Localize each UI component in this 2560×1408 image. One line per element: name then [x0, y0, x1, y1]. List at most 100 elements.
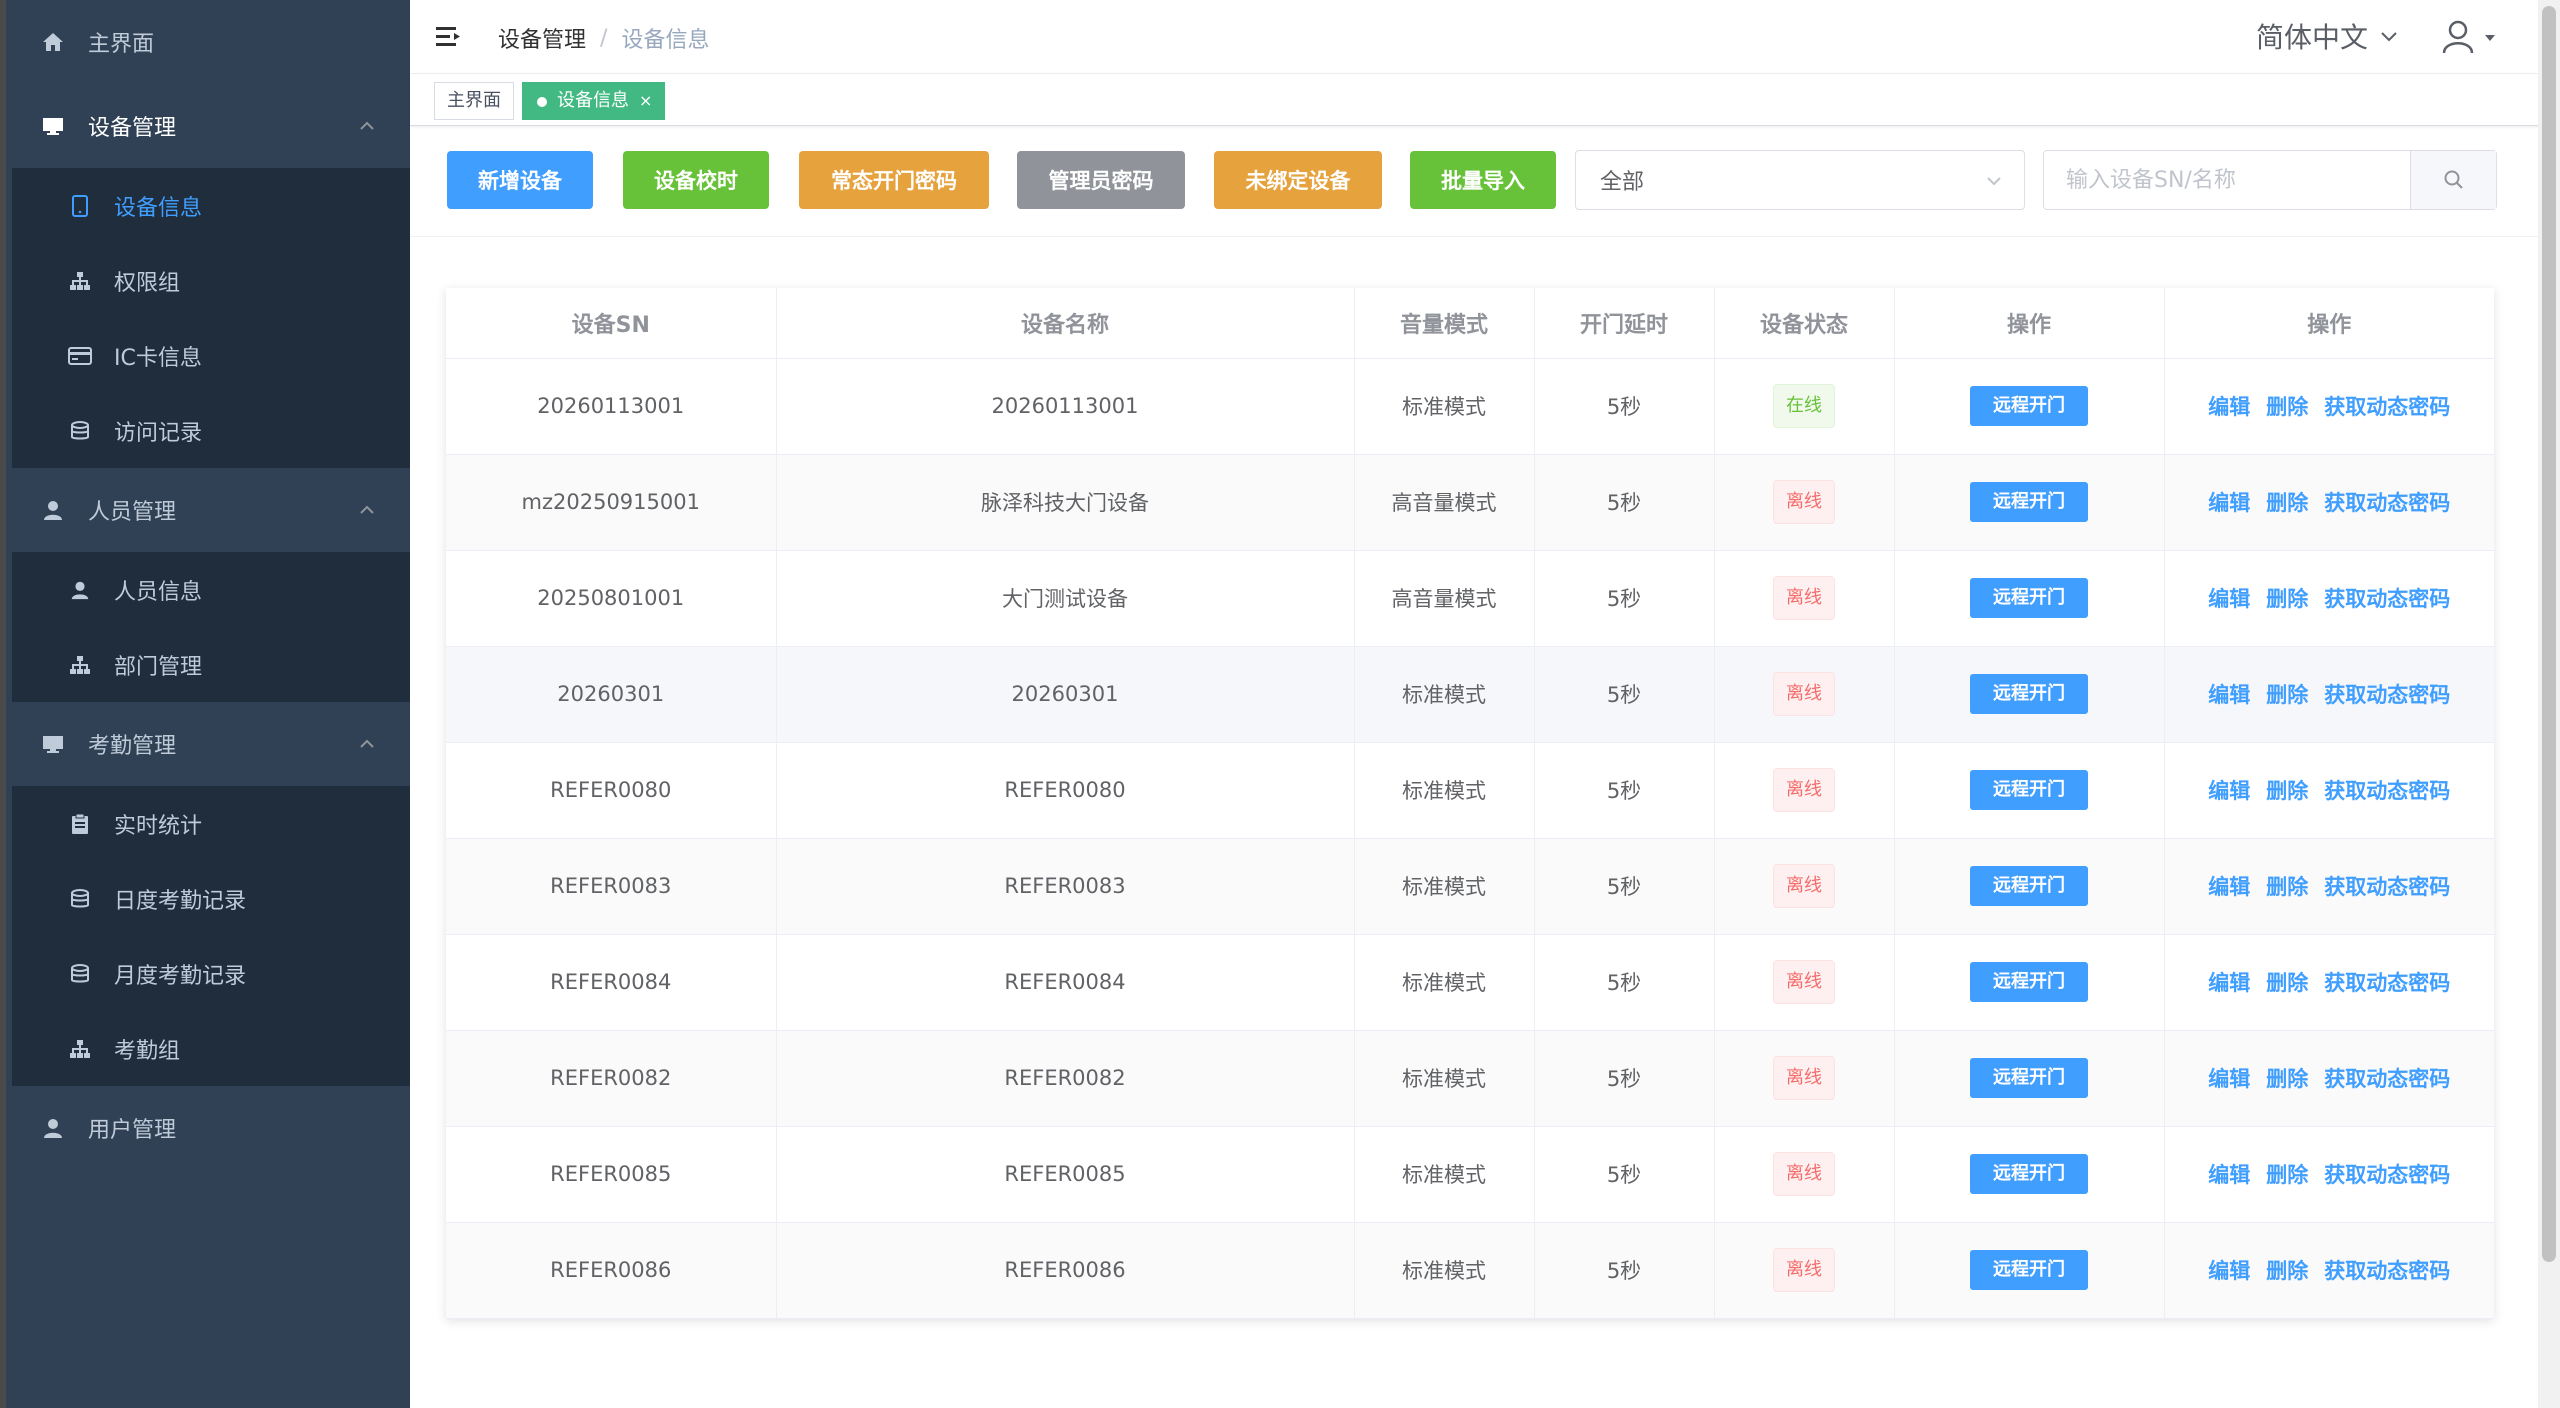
language-label: 简体中文 — [2255, 21, 2368, 54]
admin-password-button[interactable]: 管理员密码 — [1017, 151, 1185, 209]
remote-open-button[interactable]: 远程开门 — [1970, 578, 2088, 618]
breadcrumb-parent[interactable]: 设备管理 — [498, 22, 586, 54]
table-body: 20260113001 20260113001 标准模式 5秒 在线 远程开门 编辑 删除 获取… — [446, 358, 2494, 1319]
remote-open-button[interactable]: 远程开门 — [1970, 770, 2088, 810]
dynamic-password-link[interactable]: 获取动态密码 — [2324, 587, 2450, 611]
sidebar-group-label: 用户管理 — [88, 1118, 177, 1143]
search-button[interactable] — [2410, 151, 2496, 209]
dynamic-password-link[interactable]: 获取动态密码 — [2324, 1259, 2450, 1283]
tag-home[interactable]: 主界面 — [434, 82, 514, 120]
sidebar-item-ic-card[interactable]: IC卡信息 — [12, 318, 410, 393]
column-header: 操作 — [1894, 288, 2165, 359]
sidebar-group-user[interactable]: 用户管理 — [12, 1086, 410, 1170]
cell-status: 离线 — [1714, 646, 1895, 743]
sidebar-item-department[interactable]: 部门管理 — [12, 627, 410, 702]
cell-open: 远程开门 — [1894, 1126, 2165, 1223]
table-row: mz20250915001 脉泽科技大门设备 高音量模式 5秒 离线 远程开门 编辑 删除 获取… — [446, 454, 2494, 551]
delete-link[interactable]: 删除 — [2266, 1259, 2308, 1283]
delete-link[interactable]: 删除 — [2266, 1067, 2308, 1091]
breadcrumb-separator: / — [600, 25, 608, 51]
sidebar-item-label: 部门管理 — [114, 654, 203, 680]
dynamic-password-link[interactable]: 获取动态密码 — [2324, 971, 2450, 995]
delete-link[interactable]: 删除 — [2266, 971, 2308, 995]
status-filter-select[interactable]: 全部 — [1575, 150, 2025, 210]
cell-sn: mz20250915001 — [446, 454, 777, 551]
cell-delay: 5秒 — [1534, 1222, 1715, 1319]
remote-open-button[interactable]: 远程开门 — [1970, 1250, 2088, 1290]
edit-link[interactable]: 编辑 — [2208, 587, 2250, 611]
sidebar-item-daily-record[interactable]: 日度考勤记录 — [12, 861, 410, 936]
hamburger-icon[interactable] — [434, 22, 464, 52]
edit-link[interactable]: 编辑 — [2208, 1163, 2250, 1187]
sidebar-item-access-log[interactable]: 访问记录 — [12, 393, 410, 468]
batch-import-button[interactable]: 批量导入 — [1410, 151, 1556, 209]
sidebar-item-attendance-group[interactable]: 考勤组 — [12, 1011, 410, 1086]
sidebar-item-label: 实时统计 — [114, 813, 203, 839]
remote-open-button[interactable]: 远程开门 — [1970, 482, 2088, 522]
cell-delay: 5秒 — [1534, 646, 1715, 743]
delete-link[interactable]: 删除 — [2266, 491, 2308, 515]
sidebar-item-monthly-record[interactable]: 月度考勤记录 — [12, 936, 410, 1011]
sync-time-button[interactable]: 设备校时 — [623, 151, 769, 209]
edit-link[interactable]: 编辑 — [2208, 491, 2250, 515]
cell-sn: REFER0080 — [446, 742, 777, 839]
sidebar-item-permission-group[interactable]: 权限组 — [12, 243, 410, 318]
add-device-button[interactable]: 新增设备 — [447, 151, 593, 209]
dynamic-password-link[interactable]: 获取动态密码 — [2324, 779, 2450, 803]
search-input[interactable] — [2044, 151, 2410, 209]
edit-link[interactable]: 编辑 — [2208, 875, 2250, 899]
cell-name: 20260113001 — [776, 358, 1355, 455]
delete-link[interactable]: 删除 — [2266, 683, 2308, 707]
scrollbar[interactable] — [2538, 0, 2560, 1408]
sidebar-group-attendance[interactable]: 考勤管理 — [12, 702, 410, 786]
edit-link[interactable]: 编辑 — [2208, 683, 2250, 707]
remote-open-button[interactable]: 远程开门 — [1970, 962, 2088, 1002]
dynamic-password-link[interactable]: 获取动态密码 — [2324, 683, 2450, 707]
delete-link[interactable]: 删除 — [2266, 587, 2308, 611]
column-header: 设备状态 — [1714, 288, 1895, 359]
edit-link[interactable]: 编辑 — [2208, 1067, 2250, 1091]
delete-link[interactable]: 删除 — [2266, 875, 2308, 899]
sidebar-item-home[interactable]: 主界面 — [12, 0, 410, 84]
sidebar-group-device[interactable]: 设备管理 — [12, 84, 410, 168]
edit-link[interactable]: 编辑 — [2208, 1259, 2250, 1283]
monitor-icon — [40, 731, 66, 757]
cell-delay: 5秒 — [1534, 454, 1715, 551]
unbound-device-button[interactable]: 未绑定设备 — [1214, 151, 1382, 209]
close-icon[interactable]: × — [639, 91, 652, 110]
cell-volume: 标准模式 — [1354, 1222, 1535, 1319]
delete-link[interactable]: 删除 — [2266, 395, 2308, 419]
dynamic-password-link[interactable]: 获取动态密码 — [2324, 491, 2450, 515]
dynamic-password-link[interactable]: 获取动态密码 — [2324, 395, 2450, 419]
cell-volume: 标准模式 — [1354, 838, 1535, 935]
sidebar-group-people[interactable]: 人员管理 — [12, 468, 410, 552]
tag-device-info[interactable]: 设备信息 × — [522, 82, 666, 120]
user-icon — [68, 578, 92, 602]
user-menu[interactable] — [2442, 20, 2498, 54]
delete-link[interactable]: 删除 — [2266, 779, 2308, 803]
remote-open-button[interactable]: 远程开门 — [1970, 1154, 2088, 1194]
cell-open: 远程开门 — [1894, 454, 2165, 551]
remote-open-button[interactable]: 远程开门 — [1970, 866, 2088, 906]
language-select[interactable]: 简体中文 — [2256, 16, 2400, 56]
remote-open-button[interactable]: 远程开门 — [1970, 1058, 2088, 1098]
breadcrumb: 设备管理 / 设备信息 — [498, 22, 709, 54]
sidebar-item-people-info[interactable]: 人员信息 — [12, 552, 410, 627]
remote-open-button[interactable]: 远程开门 — [1970, 386, 2088, 426]
scrollbar-thumb[interactable] — [2542, 6, 2556, 1262]
sidebar-item-device-info[interactable]: 设备信息 — [12, 168, 410, 243]
sidebar-item-realtime-stats[interactable]: 实时统计 — [12, 786, 410, 861]
edit-link[interactable]: 编辑 — [2208, 395, 2250, 419]
delete-link[interactable]: 删除 — [2266, 1163, 2308, 1187]
cell-status: 离线 — [1714, 1222, 1895, 1319]
dynamic-password-link[interactable]: 获取动态密码 — [2324, 1163, 2450, 1187]
cell-volume: 标准模式 — [1354, 742, 1535, 839]
edit-link[interactable]: 编辑 — [2208, 779, 2250, 803]
dynamic-password-link[interactable]: 获取动态密码 — [2324, 875, 2450, 899]
cell-name: REFER0083 — [776, 838, 1355, 935]
edit-link[interactable]: 编辑 — [2208, 971, 2250, 995]
sidebar-item-label: 主界面 — [88, 32, 155, 57]
remote-open-button[interactable]: 远程开门 — [1970, 674, 2088, 714]
open-password-button[interactable]: 常态开门密码 — [799, 151, 989, 209]
dynamic-password-link[interactable]: 获取动态密码 — [2324, 1067, 2450, 1091]
